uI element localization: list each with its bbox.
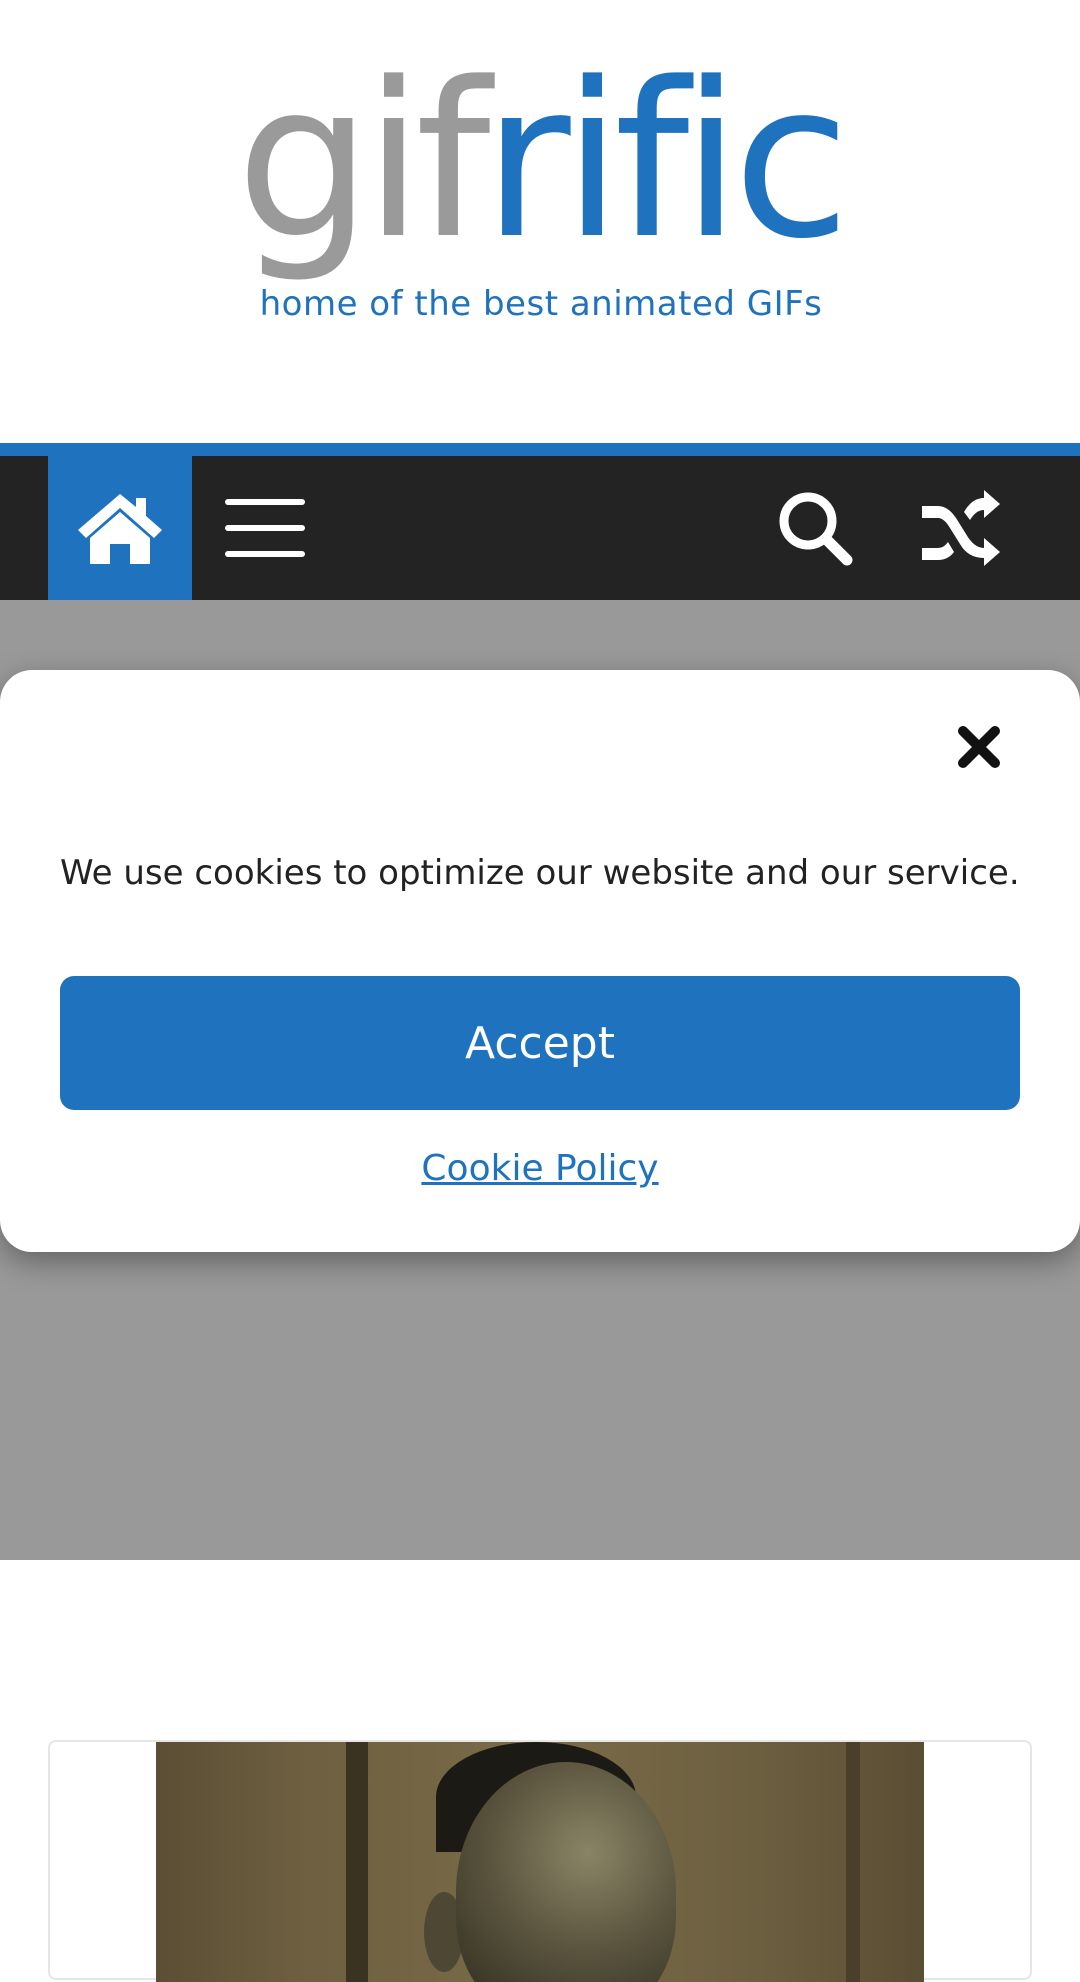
hamburger-menu-icon bbox=[225, 499, 305, 557]
random-post-button[interactable] bbox=[900, 456, 1020, 600]
close-icon bbox=[958, 726, 1000, 768]
logo-part-gif: gif bbox=[236, 37, 491, 286]
shuffle-icon bbox=[922, 490, 1000, 566]
home-icon bbox=[78, 494, 162, 564]
gif-background-detail bbox=[346, 1742, 368, 1982]
search-button[interactable] bbox=[760, 456, 870, 600]
main-navigation bbox=[0, 456, 1080, 600]
cookie-policy-link[interactable]: Cookie Policy bbox=[0, 1148, 1080, 1189]
home-button[interactable] bbox=[48, 456, 192, 600]
logo-tagline: home of the best animated GIFs bbox=[259, 284, 823, 324]
post-gif-image[interactable] bbox=[156, 1742, 924, 1982]
cookie-message: We use cookies to optimize our website a… bbox=[60, 853, 1020, 893]
site-header: gifrific home of the best animated GIFs bbox=[0, 0, 1080, 443]
logo-wordmark: gifrific bbox=[236, 55, 851, 292]
logo-part-rific: rific bbox=[482, 37, 851, 286]
close-button[interactable] bbox=[944, 712, 1014, 782]
search-icon bbox=[779, 492, 853, 566]
menu-toggle-button[interactable] bbox=[210, 456, 320, 600]
post-card[interactable] bbox=[48, 1740, 1032, 1982]
gif-background-detail bbox=[846, 1742, 860, 1982]
site-logo[interactable]: gifrific home of the best animated GIFs bbox=[236, 55, 851, 332]
nav-accent-line bbox=[0, 443, 1080, 456]
accept-button[interactable]: Accept bbox=[60, 976, 1020, 1110]
